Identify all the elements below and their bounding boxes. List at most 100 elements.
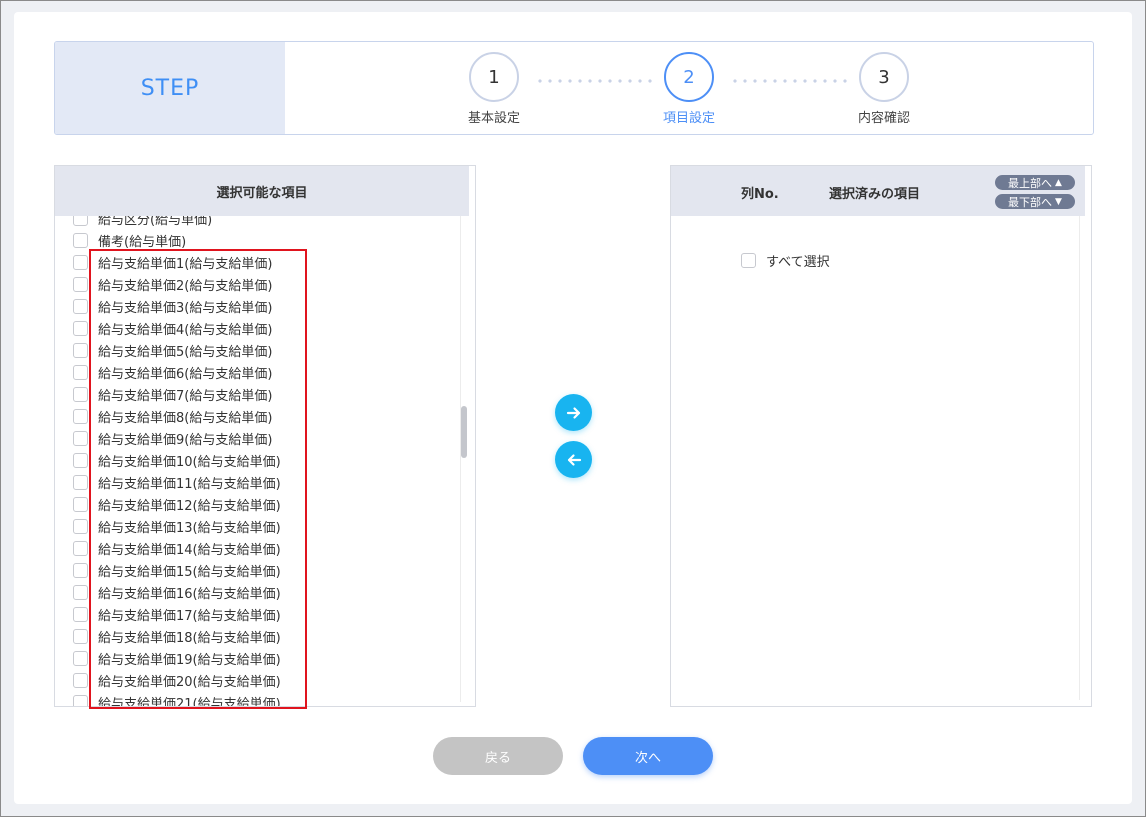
item-label: 給与支給単価8(給与支給単価) — [98, 410, 273, 426]
item-label: 給与支給単価2(給与支給単価) — [98, 278, 273, 294]
list-item[interactable]: 給与支給単価3(給与支給単価) — [55, 295, 465, 317]
item-label: 給与支給単価9(給与支給単価) — [98, 432, 273, 448]
selected-items-panel: 列No. 選択済みの項目 最上部へ ▲ 最下部へ ▼ すべて選択 — [670, 165, 1092, 707]
next-button[interactable]: 次へ — [583, 737, 713, 775]
item-label: 給与支給単価16(給与支給単価) — [98, 586, 281, 602]
item-label: 給与支給単価19(給与支給単価) — [98, 652, 281, 668]
item-label: 給与支給単価13(給与支給単価) — [98, 520, 281, 536]
list-item[interactable]: 給与支給単価18(給与支給単価) — [55, 625, 465, 647]
item-checkbox[interactable] — [73, 320, 88, 336]
available-items-list[interactable]: 給与区分(給与単価) 備考(給与単価) 給与支給単価1(給与支給単価) 給与支給単価2… — [55, 216, 465, 706]
step-label: STEP — [55, 42, 285, 134]
item-label: 給与支給単価12(給与支給単価) — [98, 498, 281, 514]
item-label: 給与支給単価3(給与支給単価) — [98, 300, 273, 316]
item-checkbox[interactable] — [73, 364, 88, 380]
step-indicator: STEP 1 基本設定 2 項目設定 3 内容確認 — [54, 41, 1094, 135]
list-item[interactable]: 給与支給単価9(給与支給単価) — [55, 427, 465, 449]
item-checkbox[interactable] — [73, 694, 88, 706]
item-label: 給与支給単価1(給与支給単価) — [98, 256, 273, 272]
item-checkbox[interactable] — [73, 496, 88, 512]
step-2: 2 項目設定 — [634, 52, 744, 126]
item-label: 給与支給単価7(給与支給単価) — [98, 388, 273, 404]
item-checkbox[interactable] — [73, 342, 88, 358]
item-checkbox[interactable] — [73, 518, 88, 534]
list-item[interactable]: 給与支給単価8(給与支給単価) — [55, 405, 465, 427]
selected-items-scrollbar[interactable] — [1079, 216, 1085, 700]
list-item[interactable]: 給与支給単価15(給与支給単価) — [55, 559, 465, 581]
item-label: 給与支給単価11(給与支給単価) — [98, 476, 281, 492]
step-2-number: 2 — [664, 52, 714, 102]
list-item[interactable]: 給与支給単価19(給与支給単価) — [55, 647, 465, 669]
list-item[interactable]: 給与区分(給与単価) — [55, 216, 465, 229]
step-3-name: 内容確認 — [857, 111, 910, 126]
item-checkbox[interactable] — [73, 386, 88, 402]
item-label: 給与支給単価17(給与支給単価) — [98, 608, 281, 624]
item-checkbox[interactable] — [73, 584, 88, 600]
list-item[interactable]: 給与支給単価4(給与支給単価) — [55, 317, 465, 339]
add-item-button[interactable] — [555, 394, 592, 431]
list-item[interactable]: 給与支給単価14(給与支給単価) — [55, 537, 465, 559]
triangle-up-icon: ▲ — [1055, 177, 1062, 188]
list-item[interactable]: 給与支給単価21(給与支給単価) — [55, 691, 465, 706]
item-checkbox[interactable] — [73, 562, 88, 578]
list-item[interactable]: 給与支給単価10(給与支給単価) — [55, 449, 465, 471]
item-checkbox[interactable] — [73, 540, 88, 556]
item-label: 給与支給単価6(給与支給単価) — [98, 366, 273, 382]
item-checkbox[interactable] — [73, 452, 88, 468]
available-items-scroll-thumb[interactable] — [461, 406, 467, 458]
item-checkbox[interactable] — [73, 430, 88, 446]
item-label: 給与支給単価18(給与支給単価) — [98, 630, 281, 646]
list-item[interactable]: 給与支給単価20(給与支給単価) — [55, 669, 465, 691]
list-item[interactable]: 給与支給単価13(給与支給単価) — [55, 515, 465, 537]
item-label: 給与区分(給与単価) — [98, 216, 213, 228]
list-item[interactable]: 給与支給単価2(給与支給単価) — [55, 273, 465, 295]
step-1: 1 基本設定 — [439, 52, 549, 126]
item-label: 給与支給単価21(給与支給単価) — [98, 696, 281, 707]
selected-items-title: 選択済みの項目 — [829, 187, 921, 202]
item-checkbox[interactable] — [73, 254, 88, 270]
item-label: 給与支給単価14(給与支給単価) — [98, 542, 281, 558]
list-item[interactable]: 給与支給単価7(給与支給単価) — [55, 383, 465, 405]
item-label: 給与支給単価10(給与支給単価) — [98, 454, 281, 470]
triangle-down-icon: ▼ — [1055, 196, 1062, 207]
move-to-top-label: 最上部へ — [1008, 176, 1053, 190]
item-label: 給与支給単価5(給与支給単価) — [98, 344, 273, 360]
item-checkbox[interactable] — [73, 276, 88, 292]
list-item[interactable]: 備考(給与単価) — [55, 229, 465, 251]
select-all-option[interactable]: すべて選択 — [741, 251, 830, 270]
item-checkbox[interactable] — [73, 232, 88, 248]
list-item[interactable]: 給与支給単価1(給与支給単価) — [55, 251, 465, 273]
back-button[interactable]: 戻る — [433, 737, 563, 775]
item-checkbox[interactable] — [73, 606, 88, 622]
item-checkbox[interactable] — [73, 650, 88, 666]
list-item[interactable]: 給与支給単価5(給与支給単価) — [55, 339, 465, 361]
list-item[interactable]: 給与支給単価17(給与支給単価) — [55, 603, 465, 625]
item-checkbox[interactable] — [73, 628, 88, 644]
item-checkbox[interactable] — [73, 672, 88, 688]
item-checkbox[interactable] — [73, 408, 88, 424]
available-items-title: 選択可能な項目 — [55, 166, 469, 216]
item-checkbox[interactable] — [73, 216, 88, 226]
list-item[interactable]: 給与支給単価16(給与支給単価) — [55, 581, 465, 603]
remove-item-button[interactable] — [555, 441, 592, 478]
item-label: 給与支給単価20(給与支給単価) — [98, 674, 281, 690]
step-1-number: 1 — [469, 52, 519, 102]
item-checkbox[interactable] — [73, 474, 88, 490]
step-2-name: 項目設定 — [662, 111, 715, 126]
item-checkbox[interactable] — [73, 298, 88, 314]
item-label: 給与支給単価15(給与支給単価) — [98, 564, 281, 580]
step-3: 3 内容確認 — [829, 52, 939, 126]
arrow-left-icon — [567, 453, 581, 466]
list-item[interactable]: 給与支給単価12(給与支給単価) — [55, 493, 465, 515]
list-item[interactable]: 給与支給単価6(給与支給単価) — [55, 361, 465, 383]
move-to-bottom-button[interactable]: 最下部へ ▼ — [995, 194, 1075, 209]
step-1-name: 基本設定 — [467, 111, 520, 126]
item-label: 給与支給単価4(給与支給単価) — [98, 322, 273, 338]
available-items-scrollbar[interactable] — [460, 216, 468, 702]
move-to-bottom-label: 最下部へ — [1008, 195, 1053, 209]
list-item[interactable]: 給与支給単価11(給与支給単価) — [55, 471, 465, 493]
move-to-top-button[interactable]: 最上部へ ▲ — [995, 175, 1075, 190]
select-all-checkbox[interactable] — [741, 253, 756, 268]
available-items-panel: 選択可能な項目 給与区分(給与単価) 備考(給与単価) 給与支給単価1(給与支給単価… — [54, 165, 476, 707]
column-number-heading: 列No. — [741, 187, 779, 202]
